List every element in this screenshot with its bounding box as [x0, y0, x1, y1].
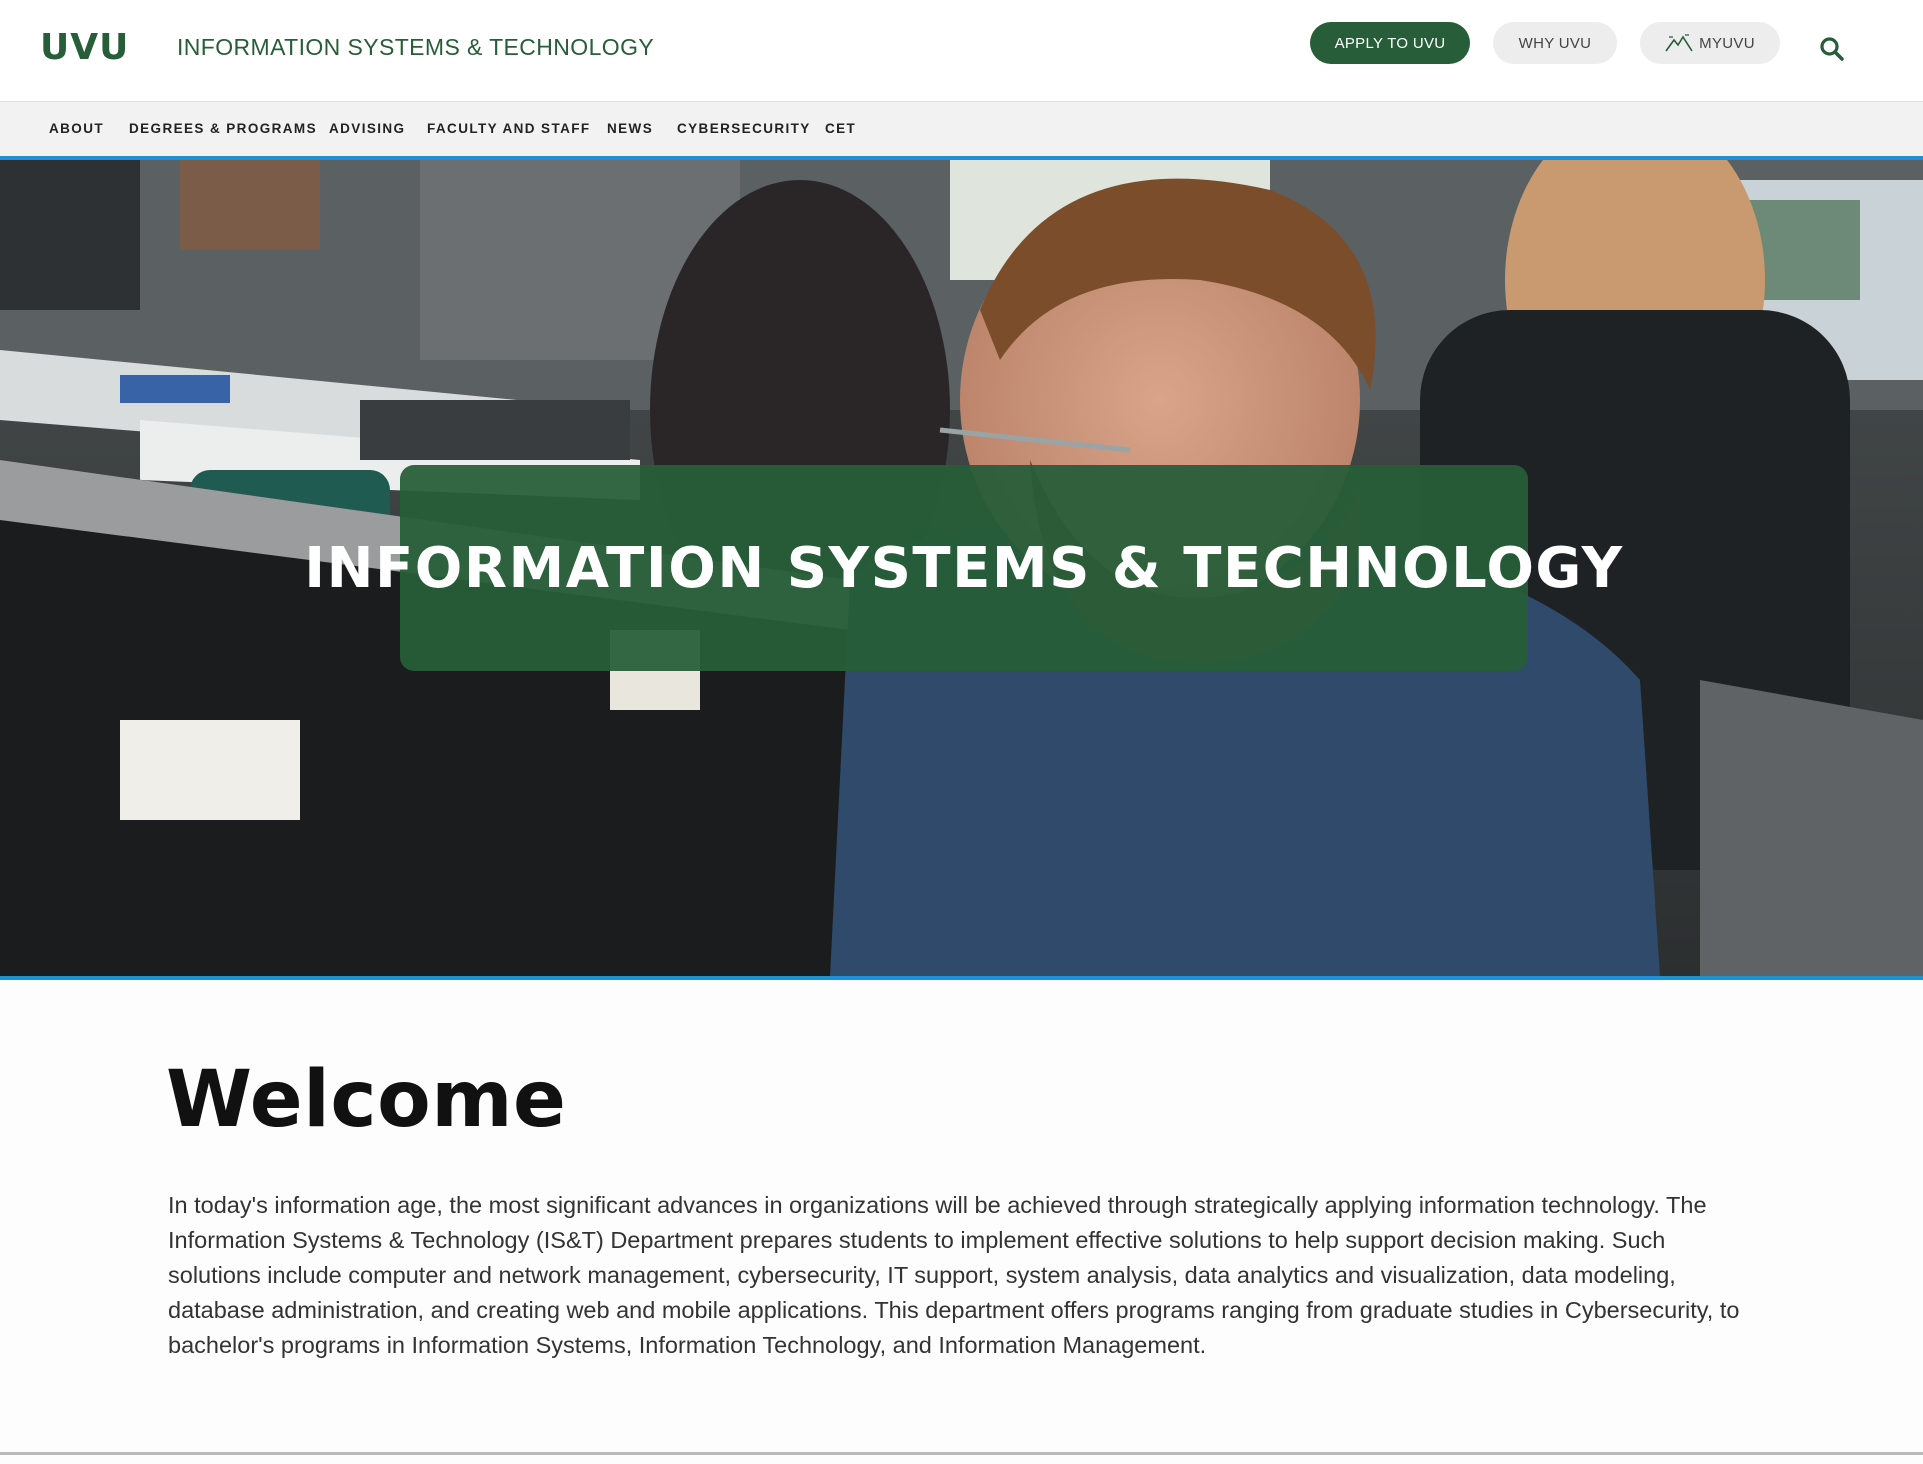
why-uvu-button[interactable]: WHY UVU: [1493, 22, 1617, 64]
site-header: UVU INFORMATION SYSTEMS & TECHNOLOGY APP…: [0, 0, 1923, 102]
hero-title-box: INFORMATION SYSTEMS & TECHNOLOGY: [304, 465, 1622, 671]
nav-item-advising[interactable]: ADVISING: [329, 121, 405, 137]
nav-item-faculty-staff[interactable]: FACULTY AND STAFF: [427, 121, 591, 137]
why-button-label: WHY UVU: [1518, 34, 1592, 52]
main-nav: ABOUT DEGREES & PROGRAMS ADVISING FACULT…: [0, 102, 1923, 160]
myuvu-button[interactable]: MYUVU: [1640, 22, 1780, 64]
nav-item-degrees-programs[interactable]: DEGREES & PROGRAMS: [129, 121, 317, 137]
hero-bottom-accent: [0, 976, 1923, 980]
search-icon[interactable]: [1819, 36, 1845, 62]
myuvu-button-label: MYUVU: [1699, 34, 1755, 52]
apply-to-uvu-button[interactable]: APPLY TO UVU: [1310, 22, 1470, 64]
hero-title: INFORMATION SYSTEMS & TECHNOLOGY: [304, 535, 1624, 601]
mountain-icon: [1665, 34, 1693, 52]
welcome-heading: Welcome: [166, 1055, 567, 1145]
hero-banner: INFORMATION SYSTEMS & TECHNOLOGY: [0, 160, 1923, 976]
nav-item-cybersecurity[interactable]: CYBERSECURITY: [677, 121, 811, 137]
nav-item-news[interactable]: NEWS: [607, 121, 653, 137]
apply-button-label: APPLY TO UVU: [1334, 34, 1446, 52]
uvu-logo[interactable]: UVU: [40, 30, 129, 66]
nav-item-cet[interactable]: CET: [825, 121, 856, 137]
section-divider: [0, 1452, 1923, 1455]
site-title[interactable]: INFORMATION SYSTEMS & TECHNOLOGY: [177, 34, 654, 60]
welcome-paragraph: In today's information age, the most sig…: [168, 1192, 1740, 1358]
nav-item-about[interactable]: ABOUT: [49, 121, 104, 137]
